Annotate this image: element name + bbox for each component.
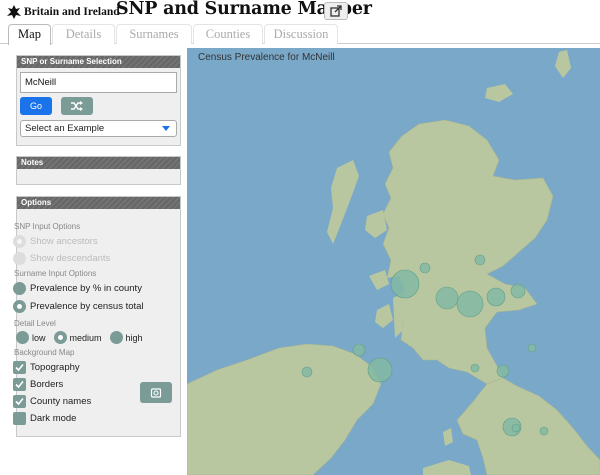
county-names-label: County names [30,396,92,407]
go-button[interactable]: Go [20,97,52,115]
selection-panel-title: SNP or Surname Selection [17,56,180,68]
notes-panel: Notes [16,156,181,185]
prevalence-marker[interactable] [352,343,366,357]
borders-option[interactable]: Borders [13,377,63,392]
dark-mode-label: Dark mode [30,413,77,424]
county-names-checkbox[interactable] [13,395,26,408]
show-descendants-label: Show descendants [30,253,111,264]
show-descendants-radio[interactable] [13,252,26,265]
checkmark-icon [15,380,24,389]
show-descendants-option[interactable]: Show descendants [13,251,110,266]
refresh-map-button[interactable] [140,382,172,403]
prevalence-marker[interactable] [474,254,486,266]
tab-counties[interactable]: Counties [193,24,263,44]
borders-checkbox[interactable] [13,378,26,391]
checkmark-icon [15,363,24,372]
prevalence-marker[interactable] [510,283,526,299]
app-header: Britain and Ireland SNP and Surname Mapp… [0,0,600,24]
map-canvas[interactable] [187,48,600,475]
show-ancestors-radio[interactable] [13,235,26,248]
chevron-down-icon [162,126,170,131]
detail-medium-radio[interactable] [53,331,67,344]
detail-high-label: high [125,332,143,343]
show-ancestors-option[interactable]: Show ancestors [13,234,98,249]
gaelic-figure-icon [7,5,21,19]
brand-subtitle: Britain and Ireland [24,6,120,18]
example-select[interactable]: Select an Example [20,120,177,137]
shuffle-icon [71,101,83,111]
dark-mode-option[interactable]: Dark mode [13,411,76,426]
external-link-icon [330,5,342,17]
prevalence-marker[interactable] [486,287,506,307]
options-panel-title: Options [17,197,180,209]
prevalence-marker[interactable] [419,262,431,274]
detail-low-radio[interactable] [16,331,29,344]
topography-option[interactable]: Topography [13,360,80,375]
tab-details[interactable]: Details [52,24,115,44]
snp-surname-input[interactable]: McNeill [20,72,177,93]
surname-options-heading: Surname Input Options [14,269,97,278]
map-title: Census Prevalence for McNeill [198,52,335,63]
county-names-option[interactable]: County names [13,394,91,409]
detail-level-group: low medium high [16,330,151,345]
prevalence-county-label: Prevalence by % in county [30,283,142,294]
refresh-map-icon [150,387,162,398]
tab-map[interactable]: Map [8,24,51,45]
topography-label: Topography [30,362,80,373]
prevalence-marker[interactable] [470,363,480,373]
random-button[interactable] [61,97,93,115]
example-select-value: Select an Example [25,123,105,134]
prevalence-census-label: Prevalence by census total [30,301,144,312]
prevalence-marker[interactable] [511,423,521,433]
prevalence-census-option[interactable]: Prevalence by census total [13,299,144,314]
prevalence-marker[interactable] [367,357,393,383]
tab-surnames[interactable]: Surnames [116,24,192,44]
prevalence-marker[interactable] [435,286,459,310]
prevalence-marker[interactable] [527,343,537,353]
prevalence-census-radio[interactable] [13,300,26,313]
detail-medium-label: medium [69,332,102,343]
detail-high-radio[interactable] [109,331,123,344]
prevalence-marker[interactable] [539,426,549,436]
notes-panel-title: Notes [17,157,180,169]
topography-checkbox[interactable] [13,361,26,374]
tab-bar: Map Details Surnames Counties Discussion [0,24,600,45]
detail-level-heading: Detail Level [14,319,56,328]
detail-low-label: low [32,332,46,343]
background-map-heading: Background Map [14,348,75,357]
prevalence-county-radio[interactable] [13,282,26,295]
borders-label: Borders [30,379,64,390]
prevalence-marker[interactable] [390,269,420,299]
prevalence-marker[interactable] [496,364,510,378]
checkmark-icon [15,397,24,406]
prevalence-marker[interactable] [301,366,313,378]
show-ancestors-label: Show ancestors [30,236,98,247]
prevalence-marker[interactable] [456,290,484,318]
snp-options-heading: SNP Input Options [14,222,81,231]
dark-mode-checkbox[interactable] [13,412,26,425]
prevalence-county-option[interactable]: Prevalence by % in county [13,281,142,296]
map-view[interactable]: Census Prevalence for McNeill [187,48,600,475]
tab-discussion[interactable]: Discussion [264,24,338,44]
external-link-button[interactable] [324,2,348,20]
selection-panel: SNP or Surname Selection McNeill Go Sele… [16,55,181,146]
